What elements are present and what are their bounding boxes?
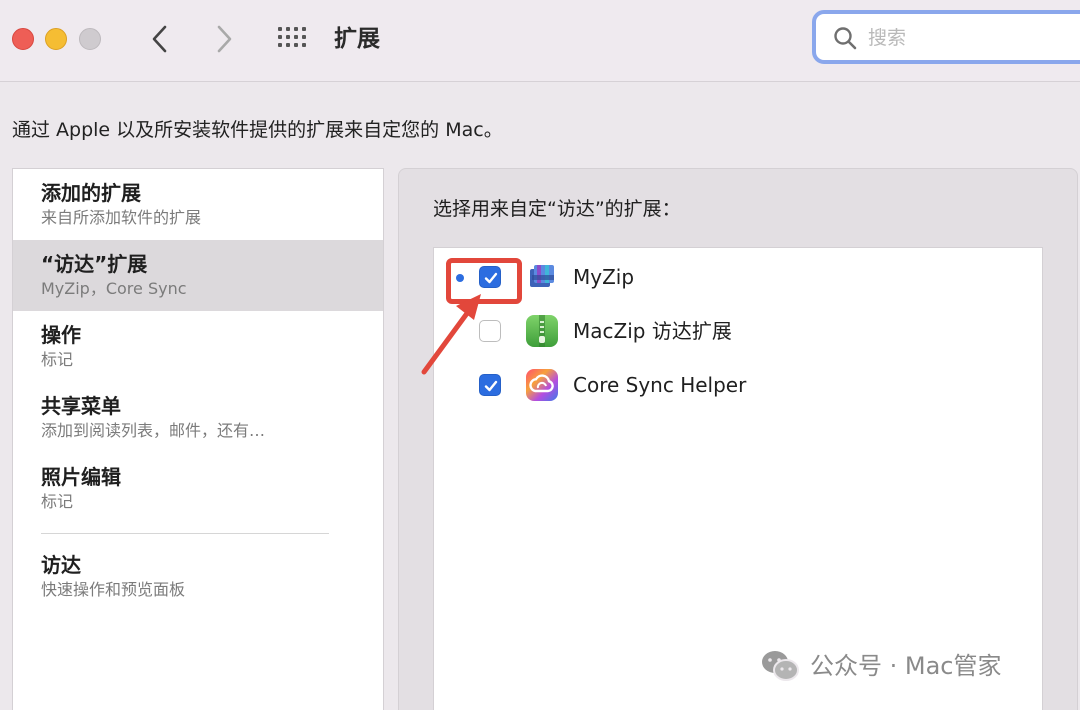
sidebar-item-title: 访达 [41, 553, 81, 577]
sidebar-item-title: 操作 [41, 323, 81, 347]
sidebar-item-finder[interactable]: 访达 快速操作和预览面板 [13, 541, 383, 612]
search-field[interactable] [812, 10, 1080, 64]
extension-name: MacZip 访达扩展 [573, 319, 732, 343]
core-sync-app-icon [526, 369, 558, 401]
sidebar-item-actions[interactable]: 操作 标记 [13, 311, 383, 382]
myzip-app-icon [530, 265, 554, 287]
extension-list: MyZip MacZip 访达扩展 Core Sync Helper [433, 247, 1043, 710]
sidebar-item-title: 照片编辑 [41, 465, 121, 489]
window-toolbar: 扩展 [0, 0, 1080, 82]
checkmark-icon [484, 380, 498, 392]
sidebar-item-share-menu[interactable]: 共享菜单 添加到阅读列表，邮件，还有… [13, 382, 383, 453]
extensions-panel: 选择用来自定“访达”的扩展： MyZip MacZip 访达扩展 Core Sy… [398, 168, 1078, 710]
sidebar-item-subtitle: 快速操作和预览面板 [41, 580, 186, 599]
panel-title: 选择用来自定“访达”的扩展： [433, 198, 681, 220]
close-window-button[interactable] [12, 28, 34, 50]
maczip-checkbox[interactable] [479, 320, 501, 342]
minimize-window-button[interactable] [45, 28, 67, 50]
sidebar-item-subtitle: MyZip，Core Sync [41, 279, 187, 298]
maczip-app-icon [526, 315, 558, 347]
search-input[interactable] [868, 23, 1068, 53]
extension-row-maczip: MacZip 访达扩展 [434, 306, 1042, 356]
zoom-window-button[interactable] [79, 28, 101, 50]
sidebar-divider [41, 533, 329, 534]
sidebar-item-photos-editing[interactable]: 照片编辑 标记 [13, 453, 383, 524]
extension-row-core-sync: Core Sync Helper [434, 360, 1042, 410]
chevron-left-icon [152, 25, 167, 53]
page-description: 通过 Apple 以及所安装软件提供的扩展来自定您的 Mac。 [12, 119, 503, 141]
sidebar-item-subtitle: 标记 [41, 492, 74, 511]
chevron-right-icon [217, 25, 232, 53]
search-icon [834, 27, 857, 50]
extensions-sidebar: 添加的扩展 来自所添加软件的扩展 “访达”扩展 MyZip，Core Sync … [12, 168, 384, 710]
core-sync-checkbox[interactable] [479, 374, 501, 396]
annotation-highlight-box [446, 258, 522, 304]
sidebar-item-title: “访达”扩展 [41, 252, 148, 276]
forward-button[interactable] [209, 22, 239, 56]
sidebar-item-added-extensions[interactable]: 添加的扩展 来自所添加软件的扩展 [13, 169, 383, 240]
wechat-icon [762, 651, 799, 681]
window-title: 扩展 [334, 26, 380, 52]
extension-name: Core Sync Helper [573, 373, 747, 397]
sidebar-item-title: 添加的扩展 [41, 181, 141, 205]
show-all-button[interactable] [276, 25, 310, 53]
sidebar-item-title: 共享菜单 [41, 394, 121, 418]
back-button[interactable] [145, 22, 175, 56]
sidebar-item-subtitle: 标记 [41, 350, 74, 369]
extension-row-myzip: MyZip [434, 252, 1042, 304]
watermark: 公众号 · Mac管家 [760, 648, 1002, 684]
extension-name: MyZip [573, 265, 635, 289]
sidebar-item-subtitle: 添加到阅读列表，邮件，还有… [41, 421, 266, 440]
sidebar-item-finder-extensions[interactable]: “访达”扩展 MyZip，Core Sync [13, 240, 383, 311]
watermark-text: 公众号 · Mac管家 [810, 652, 1002, 680]
sidebar-item-subtitle: 来自所添加软件的扩展 [41, 208, 202, 227]
